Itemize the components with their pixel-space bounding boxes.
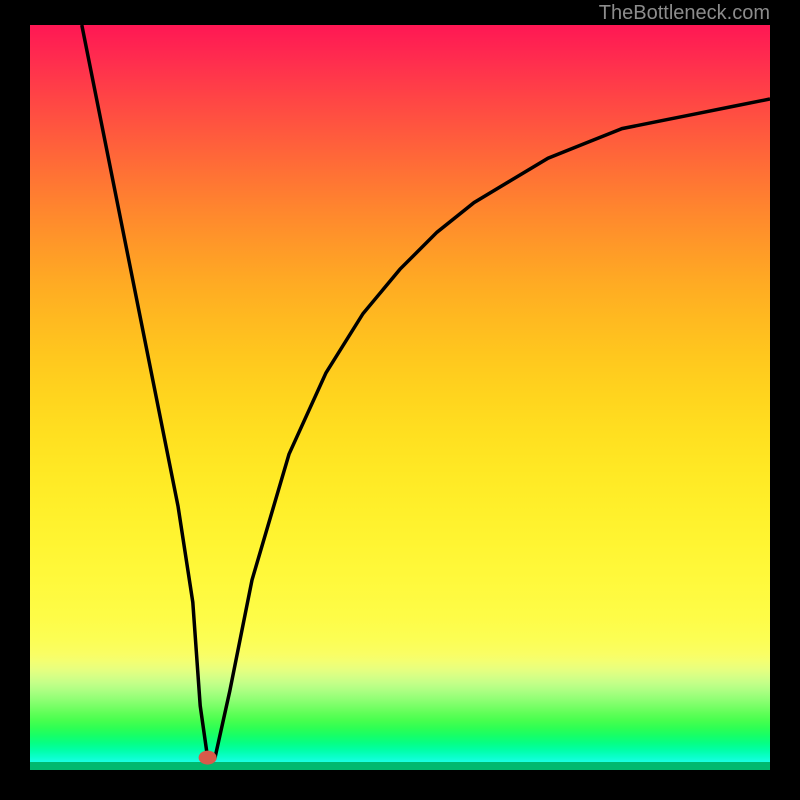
attribution-text: TheBottleneck.com [599, 2, 770, 25]
bottleneck-curve [30, 25, 770, 765]
chart-container [30, 25, 770, 770]
